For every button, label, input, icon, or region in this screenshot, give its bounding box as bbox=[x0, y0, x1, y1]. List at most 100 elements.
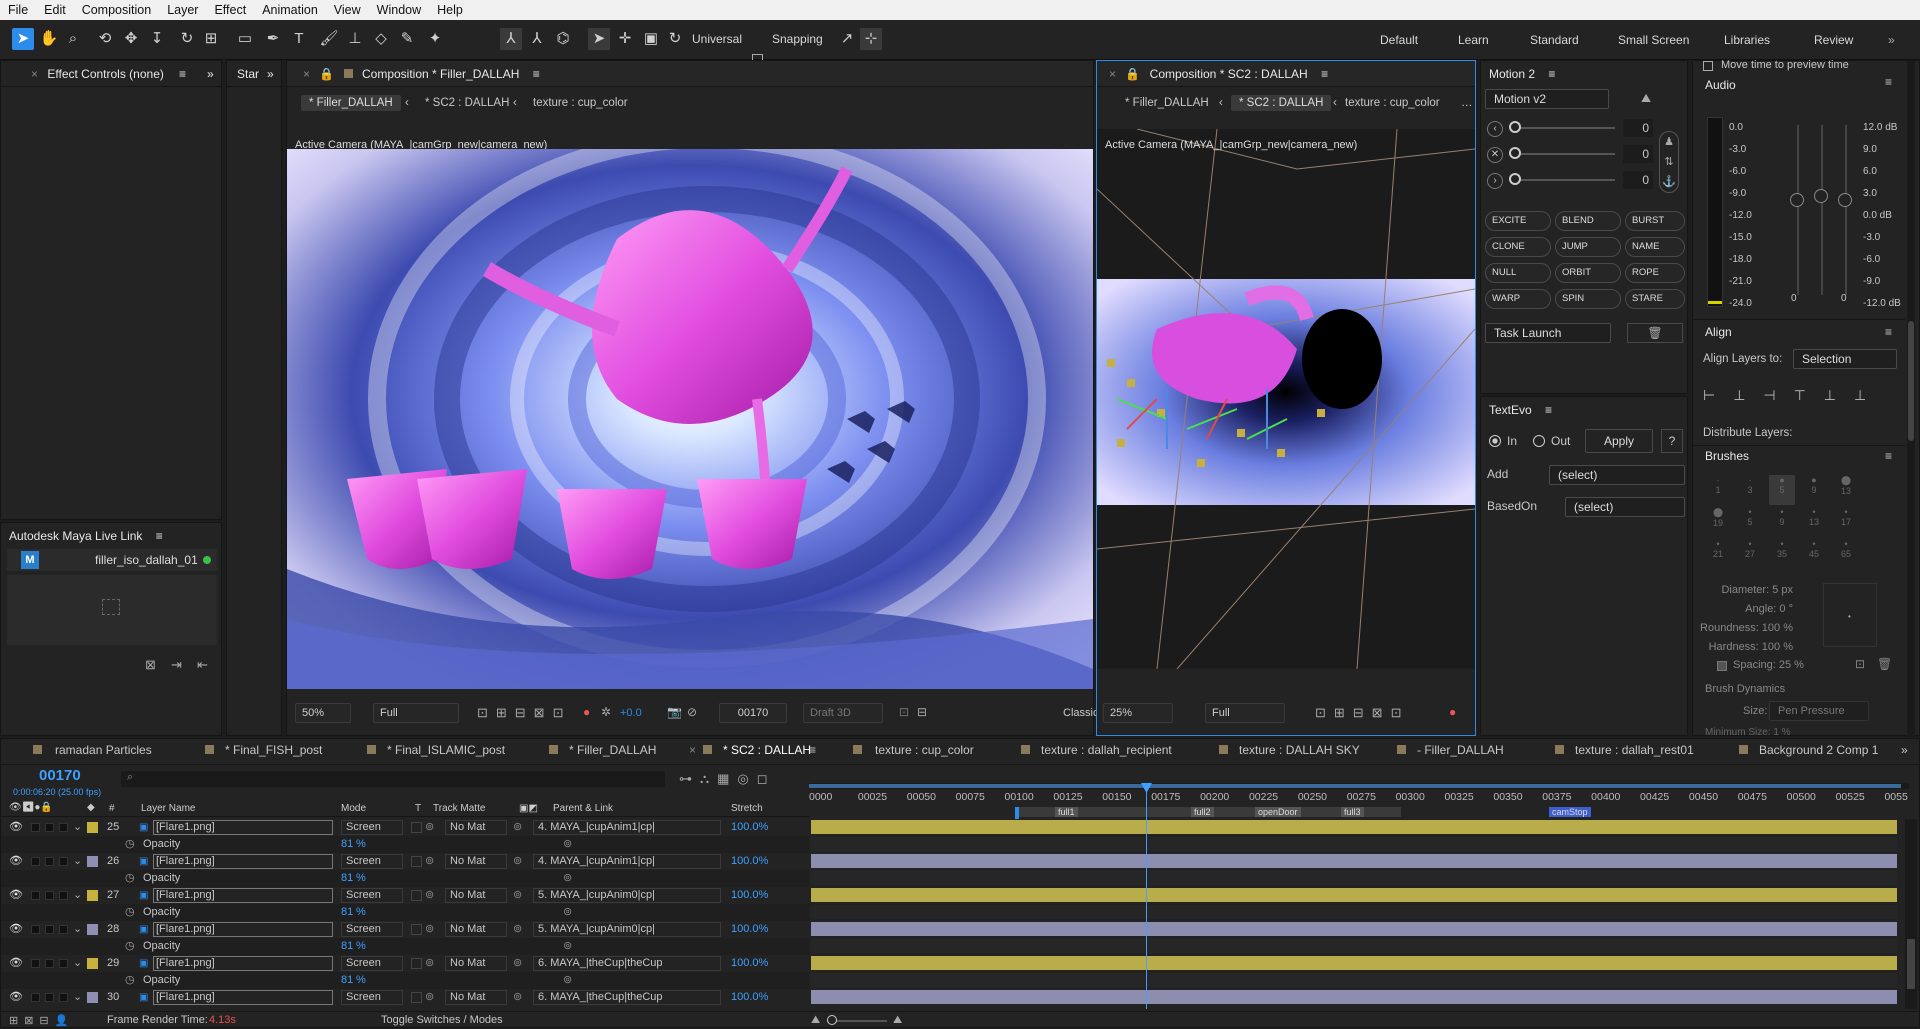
help-button[interactable]: ? bbox=[1661, 429, 1683, 453]
motion-blend-button[interactable]: BLEND bbox=[1555, 211, 1621, 231]
audio-knob-left[interactable] bbox=[1790, 193, 1804, 207]
tab-background-2[interactable]: Background 2 Comp 1 bbox=[1759, 743, 1878, 757]
workspace-learn[interactable]: Learn bbox=[1458, 33, 1489, 47]
motion-null-button[interactable]: NULL bbox=[1485, 263, 1551, 283]
stretch-value[interactable]: 100.0% bbox=[731, 989, 768, 1006]
menu-view[interactable]: View bbox=[326, 3, 369, 17]
layer-name[interactable]: [Flare1.png] bbox=[153, 820, 333, 835]
trash-icon[interactable]: 🗑 bbox=[1627, 323, 1683, 343]
show-snapshot-icon[interactable]: ⊘ bbox=[687, 705, 697, 719]
parent-dropdown[interactable]: 6. MAYA_|theCup|theCup bbox=[533, 990, 721, 1005]
label-color-icon[interactable] bbox=[87, 890, 98, 901]
lock-switch[interactable] bbox=[59, 959, 68, 968]
panel-menu-icon[interactable]: ≡ bbox=[156, 529, 163, 543]
layer-name-header[interactable]: Layer Name bbox=[141, 803, 195, 814]
preserve-transparency[interactable] bbox=[411, 822, 422, 833]
brush-tip[interactable]: • 9 bbox=[1769, 507, 1795, 537]
workspace-default[interactable]: Default bbox=[1380, 33, 1418, 47]
roundness-label[interactable]: Roundness: 100 % bbox=[1693, 619, 1793, 638]
resolution-dropdown[interactable]: Full bbox=[1205, 703, 1285, 723]
comp-viewer[interactable] bbox=[287, 149, 1093, 689]
time-ruler[interactable]: 0000 00025 00050 00075 00100 00125 00150 00175 0… bbox=[809, 783, 1909, 819]
eraser-tool-icon[interactable]: ◇ bbox=[370, 28, 392, 50]
twirl-down-icon[interactable]: ⌄ bbox=[73, 921, 82, 938]
mode-dropdown[interactable]: Screen bbox=[341, 922, 403, 937]
slider-3-handle[interactable] bbox=[1509, 173, 1521, 185]
spacing-label[interactable]: Spacing: 25 % bbox=[1733, 659, 1804, 671]
rotate-tool-icon[interactable]: ↻ bbox=[176, 28, 198, 50]
workspace-libraries[interactable]: Libraries bbox=[1724, 33, 1770, 47]
panel-menu-icon[interactable]: ≡ bbox=[1545, 403, 1552, 417]
opacity-value[interactable]: 81 bbox=[341, 972, 353, 989]
color-channels-icon[interactable]: ● bbox=[583, 705, 590, 719]
opacity-value[interactable]: 81 bbox=[341, 836, 353, 853]
mode-dropdown[interactable]: Screen bbox=[341, 888, 403, 903]
eye-icon[interactable]: 👁 bbox=[9, 819, 23, 836]
crumb-cup-color[interactable]: texture : cup_color bbox=[1345, 97, 1440, 109]
solo-switch[interactable] bbox=[45, 891, 54, 900]
exposure-reset-icon[interactable]: ✲ bbox=[601, 705, 611, 719]
brush-tip[interactable]: • 17 bbox=[1833, 507, 1859, 537]
parent-dropdown[interactable]: 5. MAYA_|cupAnim0|cp| bbox=[533, 922, 721, 937]
link-icon[interactable]: ⊚ bbox=[425, 955, 434, 972]
workspace-review[interactable]: Review bbox=[1814, 33, 1853, 47]
stretch-value[interactable]: 100.0% bbox=[731, 955, 768, 972]
slider-3[interactable] bbox=[1509, 179, 1615, 181]
opacity-value[interactable]: 81 bbox=[341, 904, 353, 921]
pickwhip-icon[interactable]: ⊚ bbox=[513, 955, 522, 972]
motion-preset-dropdown[interactable]: Motion v2 bbox=[1485, 89, 1609, 109]
parent-dropdown[interactable]: 5. MAYA_|cupAnim0|cp| bbox=[533, 888, 721, 903]
panel-menu-icon[interactable]: ≡ bbox=[533, 67, 540, 81]
link-icon[interactable]: ⊚ bbox=[425, 921, 434, 938]
lock-switch[interactable] bbox=[59, 823, 68, 832]
snapping-label[interactable]: Snapping bbox=[772, 32, 823, 46]
eye-icon[interactable]: 👁 bbox=[9, 989, 23, 1006]
view-options-icons[interactable]: ⊡⊞⊟⊠⊡ bbox=[477, 705, 571, 721]
tab-ramadan-particles[interactable]: ramadan Particles bbox=[55, 743, 152, 757]
layer-duration-bar[interactable] bbox=[811, 956, 1897, 970]
timeline-scrollbar[interactable] bbox=[1905, 819, 1917, 1009]
snap-mode-icon[interactable]: ⊹ bbox=[860, 28, 882, 50]
link-icon[interactable]: ⊚ bbox=[425, 887, 434, 904]
scrollbar[interactable] bbox=[1907, 61, 1915, 737]
brush-tip[interactable]: • 21 bbox=[1705, 539, 1731, 569]
orbit-camera-icon[interactable]: ⟲ bbox=[94, 28, 116, 50]
eye-icon[interactable]: 👁 bbox=[9, 853, 23, 870]
chevron-left-icon[interactable]: ‹ bbox=[1487, 121, 1503, 137]
mode-dropdown[interactable]: Screen bbox=[341, 854, 403, 869]
brush-tool-icon[interactable]: 🖌 bbox=[318, 28, 340, 50]
twirl-down-icon[interactable]: ⌄ bbox=[73, 887, 82, 904]
split-icon[interactable]: ✕ bbox=[1487, 147, 1503, 163]
menu-window[interactable]: Window bbox=[369, 3, 429, 17]
maya-drop-area[interactable] bbox=[7, 575, 217, 645]
crumb-cup-color[interactable]: texture : cup_color bbox=[533, 97, 628, 109]
menu-help[interactable]: Help bbox=[429, 3, 471, 17]
lock-icon[interactable]: 🔒 bbox=[319, 67, 334, 81]
link-icon[interactable]: ⊚ bbox=[425, 819, 434, 836]
parent-dropdown[interactable]: 6. MAYA_|theCup|theCup bbox=[533, 956, 721, 971]
snap-arrow-icon[interactable]: ↗ bbox=[836, 28, 858, 50]
pickwhip-icon[interactable]: ⊚ bbox=[563, 938, 572, 955]
maya-file-row[interactable]: M filler_iso_dallah_01 bbox=[7, 549, 217, 571]
motion-rope-button[interactable]: ROPE bbox=[1625, 263, 1685, 283]
audio-switch[interactable] bbox=[31, 959, 40, 968]
track-matte-dropdown[interactable]: No Mat bbox=[445, 956, 507, 971]
link-icon[interactable]: ⊚ bbox=[425, 853, 434, 870]
new-brush-icon[interactable]: ⊡ bbox=[1855, 657, 1865, 671]
hand-tool-icon[interactable]: ✋ bbox=[38, 28, 60, 50]
eye-icon[interactable]: 👁 bbox=[9, 955, 23, 972]
layer-name[interactable]: [Flare1.png] bbox=[153, 888, 333, 903]
anchor-icon[interactable]: ♟ ⇅ ⚓ bbox=[1659, 131, 1679, 193]
tab-filler-dallah-2[interactable]: - Filler_DALLAH bbox=[1417, 743, 1504, 757]
stopwatch-icon[interactable]: ◷ bbox=[125, 904, 135, 921]
brush-tip[interactable]: • 27 bbox=[1737, 539, 1763, 569]
label-color-icon[interactable] bbox=[87, 958, 98, 969]
pickwhip-icon[interactable]: ⊚ bbox=[513, 989, 522, 1006]
lock-switch[interactable] bbox=[59, 993, 68, 1002]
snapshot-icon[interactable]: 📷 bbox=[667, 705, 682, 719]
pickwhip-icon[interactable]: ⊚ bbox=[563, 870, 572, 887]
layer-row[interactable]: 👁 ⌄ 26 ▣ [Flare1.png] Screen ⊚ No Mat ⊚ 4. MAYA_|… bbox=[1, 853, 809, 870]
close-icon[interactable]: × bbox=[1109, 67, 1116, 81]
parent-dropdown[interactable]: 4. MAYA_|cupAnim1|cp| bbox=[533, 854, 721, 869]
lock-switch[interactable] bbox=[59, 891, 68, 900]
